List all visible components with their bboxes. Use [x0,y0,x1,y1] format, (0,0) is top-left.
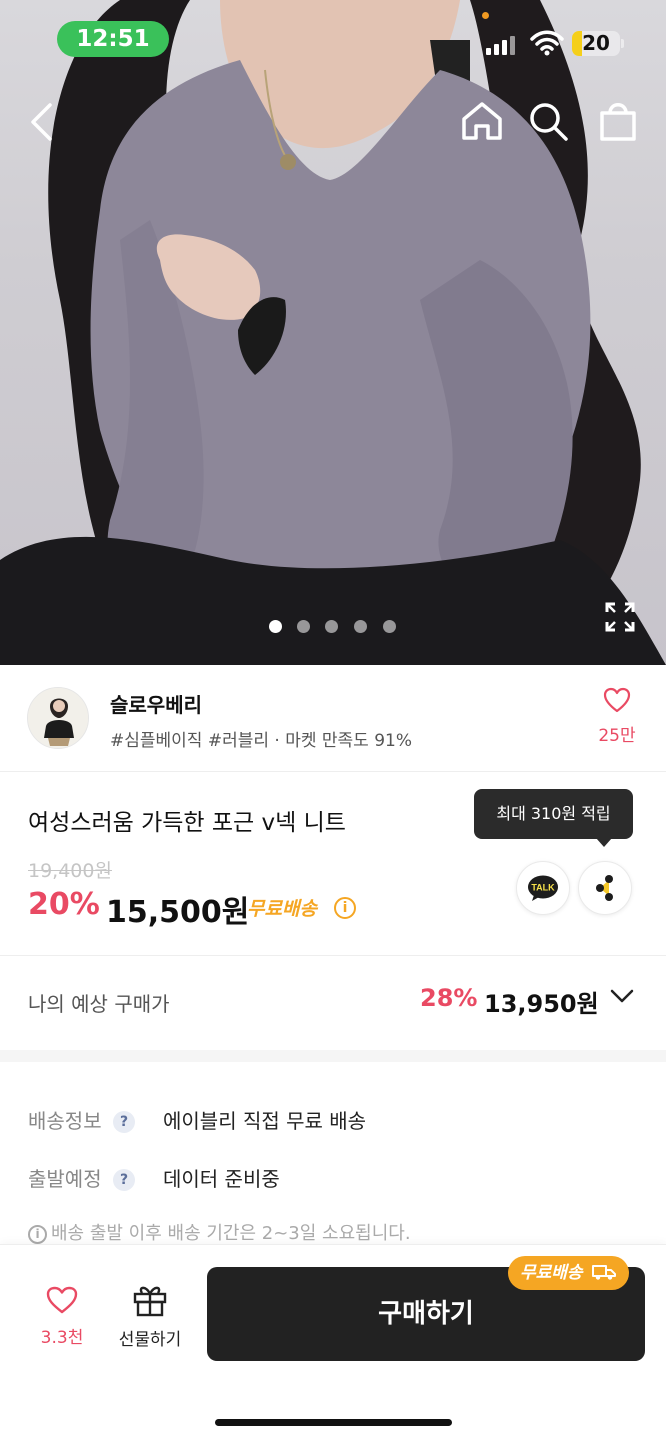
seller-avatar[interactable] [27,687,89,749]
free-shipping-badge: 무료배송 [508,1256,630,1290]
tooltip-arrow [596,838,612,847]
original-price: 19,400원 [28,860,112,882]
battery-tip [621,39,624,48]
wishlist-count: 3.3천 [40,1328,84,1348]
departure-value: 데이터 준비중 [163,1167,280,1191]
free-shipping-label: 무료배송 [247,898,317,920]
expected-price-row[interactable]: 나의 예상 구매가 28% 13,950원 [0,955,666,1050]
home-icon[interactable] [461,101,503,141]
discount-rate: 20% [28,887,100,922]
seller-like-count: 25만 [598,726,636,746]
search-icon[interactable] [528,101,570,143]
heart-icon [46,1286,78,1314]
privacy-indicator [482,12,489,19]
product-image-carousel[interactable]: 12:51 20 [0,0,666,665]
carousel-dot[interactable] [354,620,367,633]
product-title: 여성스러움 가득한 포근 v넥 니트 [28,810,346,836]
carousel-dot[interactable] [383,620,396,633]
truck-icon [592,1265,617,1280]
share-button[interactable] [578,861,632,915]
shipping-note: i 배송 출발 이후 배송 기간은 2~3일 소요됩니다. [28,1219,411,1245]
status-time: 12:51 [57,21,169,57]
expand-icon[interactable] [605,602,635,632]
shopping-bag-icon[interactable] [598,100,638,142]
bottom-action-bar: 3.3천 선물하기 구매하기 무료배송 [0,1244,666,1440]
expected-price-value: 13,950원 [484,990,599,1018]
chevron-left-icon[interactable] [28,102,54,142]
expected-discount: 28% [420,984,478,1012]
carousel-dot[interactable] [325,620,338,633]
wishlist-button[interactable]: 3.3천 [30,1285,94,1348]
home-indicator[interactable] [215,1419,452,1426]
battery-percent: 20 [582,31,610,55]
carousel-dot[interactable] [297,620,310,633]
share-icon [596,875,613,901]
battery-indicator: 20 [572,31,620,56]
chevron-down-icon[interactable] [610,988,634,1004]
expected-price-label: 나의 예상 구매가 [28,992,170,1016]
shipping-info-value: 에이블리 직접 무료 배송 [163,1109,367,1133]
gift-icon [133,1286,167,1317]
shipping-info-row: 배송정보? 에이블리 직접 무료 배송 [28,1105,366,1134]
talk-icon: TALK [528,875,558,901]
free-shipping-badge-label: 무료배송 [520,1263,583,1283]
heart-icon [603,687,631,713]
seller-row[interactable]: 슬로우베리 #심플베이직 #러블리 · 마켓 만족도 91% 25만 [0,665,666,772]
points-tooltip: 최대 310원 적립 [474,789,633,839]
svg-text:TALK: TALK [531,883,555,893]
seller-tags: #심플베이직 #러블리 · 마켓 만족도 91% [110,731,413,751]
product-photo [0,0,666,665]
section-divider [0,1050,666,1062]
carousel-dot[interactable] [269,620,282,633]
shipping-info-label: 배송정보 [28,1109,102,1133]
help-icon[interactable]: ? [113,1111,135,1133]
shipping-note-text: 배송 출발 이후 배송 기간은 2~3일 소요됩니다. [51,1223,411,1244]
seller-name[interactable]: 슬로우베리 [110,689,202,718]
gift-button[interactable]: 선물하기 [110,1283,190,1350]
wifi-icon [530,30,564,56]
gift-label: 선물하기 [118,1330,182,1350]
cellular-signal-icon [486,33,516,55]
sale-price: 15,500원 [106,895,250,930]
info-icon[interactable]: i [334,897,356,919]
departure-label: 출발예정 [28,1167,102,1191]
departure-row: 출발예정? 데이터 준비중 [28,1163,280,1192]
info-icon: i [28,1225,47,1244]
avatar-image [28,688,88,748]
seller-like-button[interactable]: 25만 [590,687,644,746]
kakao-talk-button[interactable]: TALK [516,861,570,915]
help-icon[interactable]: ? [113,1169,135,1191]
